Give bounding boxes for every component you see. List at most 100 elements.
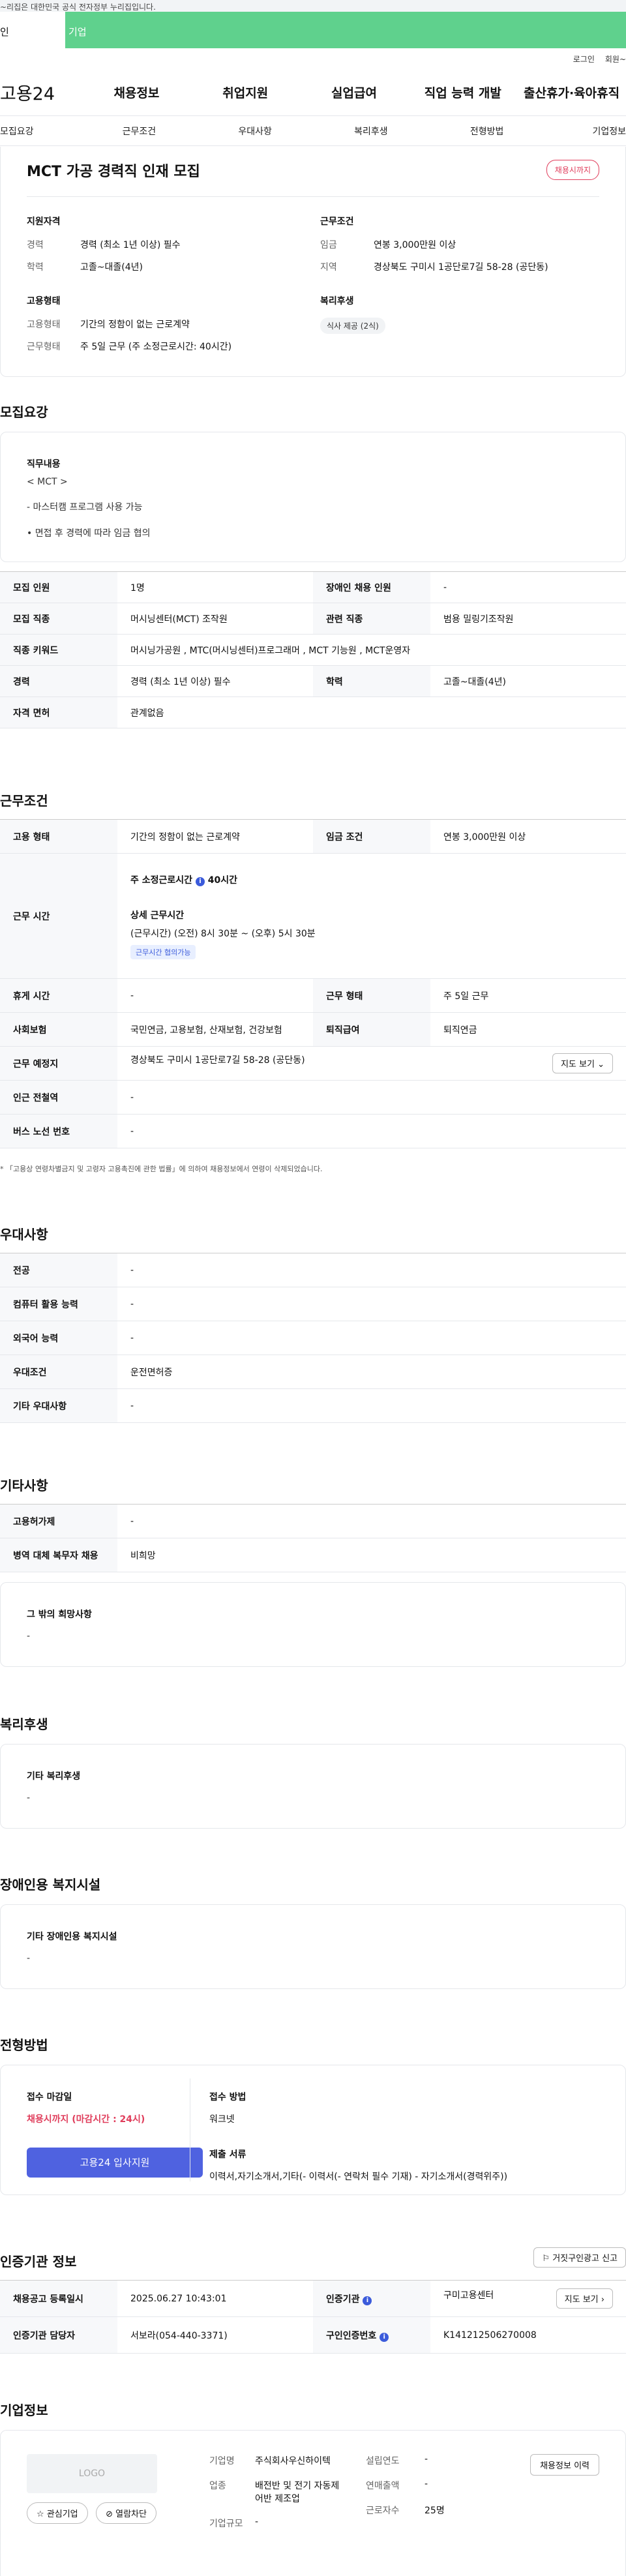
info-icon[interactable]: i — [363, 2296, 372, 2305]
company-actions: ☆ 관심기업 ⊘ 열람차단 — [27, 2502, 162, 2524]
agency-map-button[interactable]: 지도 보기 › — [556, 2288, 613, 2309]
cell-label: 인근 전철역 — [0, 1080, 117, 1115]
docs-value: 이력서,자기소개서,기타(- 이력서(- 연락처 필수 기재) - 자기소개서(… — [209, 2172, 508, 2182]
detail-hours-value: (근무시간) (오전) 8시 30분 ~ (오후) 5시 30분 — [130, 928, 316, 939]
cell-value: 국민연금, 고용보험, 산재보험, 건강보험 — [117, 1012, 313, 1047]
cell-value: - — [117, 1504, 626, 1538]
disability-heading: 기타 장애인용 복지시설 — [27, 1932, 117, 1942]
favorite-company-button[interactable]: ☆ 관심기업 — [27, 2502, 88, 2524]
benefit-box: 기타 복리후생 - — [0, 1744, 626, 1829]
user-type-tabs: 인 기업 — [0, 12, 626, 48]
label: 지역 — [320, 262, 337, 273]
label: 고용형태 — [27, 320, 61, 330]
deadline-value: 채용시까지 (마감시간 : 24시) — [27, 2114, 145, 2125]
job-history-button[interactable]: 채용정보 이력 — [530, 2454, 599, 2476]
table-row: 직종 키워드 머시닝가공원 , MTC(머시닝센터)프로그래머 , MCT 기능원… — [0, 634, 626, 666]
company-sales: - — [425, 2479, 428, 2489]
nav-employment-support[interactable]: 취업지원 — [191, 83, 300, 101]
info-icon[interactable]: i — [195, 876, 205, 886]
cell-value: 기간의 정함이 없는 근로계약 — [117, 819, 313, 854]
label: 학력 — [27, 262, 44, 273]
label: 설립연도 — [366, 2456, 400, 2466]
company-info-left: 기업명 주식회사우신하이텍 업종 배전반 및 전기 자동제어반 제조업 기업규모 - — [209, 2454, 359, 2530]
other-wishes-box: 그 밖의 희망사항 - — [0, 1582, 626, 1667]
weekly-hours-value: 40시간 — [207, 875, 238, 886]
tab-company[interactable]: 기업 — [65, 12, 626, 48]
apply-button[interactable]: 고용24 입사지원 — [27, 2148, 203, 2178]
cell-label: 외국어 능력 — [0, 1321, 117, 1355]
cell-value: 1명 — [117, 571, 313, 603]
employment-group: 고용형태 고용형태 기간의 정함이 없는 근로계약 근무형태 주 5일 근무 (주 … — [27, 294, 288, 362]
cell-label: 모집 직종 — [0, 603, 117, 635]
selection-section-title: 전형방법 — [0, 2037, 48, 2053]
cell-label: 인증기관 i — [313, 2280, 430, 2317]
anchor-work[interactable]: 근무조건 — [81, 125, 197, 138]
block-view-button[interactable]: ⊘ 열람차단 — [96, 2502, 156, 2524]
cell-value: - — [117, 1321, 626, 1355]
cell-value: 머시닝가공원 , MTC(머시닝센터)프로그래머 , MCT 기능원 , MCT… — [117, 634, 626, 666]
cell-value: 비희망 — [117, 1538, 626, 1572]
conditions-heading: 근무조건 — [320, 217, 354, 227]
cell-label: 구인인증번호 i — [313, 2316, 430, 2354]
welfare-heading: 복리후생 — [320, 296, 354, 307]
cell-value: 2025.06.27 10:43:01 — [117, 2280, 313, 2317]
cell-label: 컴퓨터 활용 능력 — [0, 1287, 117, 1321]
divider — [27, 196, 599, 197]
cell-value: 퇴직연금 — [430, 1012, 626, 1047]
anchor-recruit[interactable]: 모집요강 — [0, 125, 81, 138]
agency-map-label: 지도 보기 — [564, 2295, 599, 2305]
cell-label: 근무 예정지 — [0, 1046, 117, 1081]
cell-label: 고용허가제 — [0, 1504, 117, 1538]
login-link[interactable]: 로그인 — [573, 53, 595, 65]
cell-label: 전공 — [0, 1253, 117, 1287]
cert-number-label: 구인인증번호 — [326, 2330, 377, 2341]
disability-section-title: 장애인용 복지시설 — [0, 1877, 101, 1893]
recruit-section-title: 모집요강 — [0, 404, 48, 420]
nav-parental-leave[interactable]: 출산휴가·육아휴직 — [517, 83, 626, 101]
cell-value: - — [117, 1388, 626, 1423]
table-row: 고용허가제 - — [0, 1504, 626, 1538]
table-row: 근무 시간 주 소정근로시간 i 40시간 상세 근무시간 (근무시간) (오전… — [0, 853, 626, 979]
join-link[interactable]: 회원~ — [605, 53, 626, 65]
anchor-pref[interactable]: 우대사항 — [197, 125, 313, 138]
qualification-group: 지원자격 경력 경력 (최소 1년 이상) 필수 학력 고졸~대졸(4년) — [27, 215, 288, 282]
cell-value: - — [117, 1253, 626, 1287]
main-nav: 고용24 채용정보 취업지원 실업급여 직업 능력 개발 출산휴가·육아휴직 — [0, 69, 626, 116]
cell-value: K141212506270008 — [430, 2316, 626, 2354]
table-row: 컴퓨터 활용 능력 - — [0, 1287, 626, 1321]
disability-box: 기타 장애인용 복지시설 - — [0, 1904, 626, 1989]
utility-links: 로그인 회원~ — [0, 48, 626, 69]
label: 기업명 — [209, 2456, 235, 2466]
anchor-selection[interactable]: 전형방법 — [429, 125, 545, 138]
anchor-benefit[interactable]: 복리후생 — [313, 125, 429, 138]
nav-job-training[interactable]: 직업 능력 개발 — [408, 83, 517, 101]
block-icon: ⊘ — [106, 2509, 113, 2519]
anchor-company[interactable]: 기업정보 — [545, 125, 626, 138]
deadline-badge: 채용시까지 — [546, 160, 599, 180]
map-button[interactable]: 지도 보기 ⌄ — [552, 1053, 613, 1073]
cell-value: - — [117, 1080, 626, 1115]
hours-negotiable-tag: 근무시간 협의가능 — [130, 944, 196, 959]
table-row: 외국어 능력 - — [0, 1321, 626, 1355]
job-line: - 마스터캠 프로그램 사용 가능 — [27, 502, 143, 513]
cell-value: - — [430, 571, 626, 603]
nav-jobs[interactable]: 채용정보 — [82, 83, 191, 101]
report-fake-ad-button[interactable]: ⚐ 거짓구인광고 신고 — [533, 2247, 626, 2268]
site-logo[interactable]: 고용24 — [0, 80, 82, 105]
info-icon[interactable]: i — [380, 2332, 389, 2342]
cell-label: 버스 노선 번호 — [0, 1114, 117, 1148]
cell-label: 인증기관 담당자 — [0, 2316, 117, 2354]
cell-label: 임금 조건 — [313, 819, 430, 854]
company-staff: 25명 — [425, 2506, 445, 2516]
welfare-group: 복리후생 식사 제공 (2식) — [320, 294, 581, 334]
tab-individual[interactable]: 인 — [0, 12, 65, 48]
nav-unemployment-benefit[interactable]: 실업급여 — [300, 83, 409, 101]
job-line: < MCT > — [27, 477, 68, 487]
cell-value: - — [117, 1287, 626, 1321]
age-discrimination-note: * 「고용상 연령차별금지 및 고령자 고용촉진에 관한 법률」에 의하여 채용… — [0, 1165, 323, 1173]
table-row: 인증기관 담당자 서보라(054-440-3371) 구인인증번호 i K141212… — [0, 2316, 626, 2354]
cell-label: 장애인 채용 인원 — [313, 571, 430, 603]
star-icon: ☆ — [37, 2509, 44, 2519]
etc-section-title: 기타사항 — [0, 1478, 48, 1493]
section-anchor-nav: 모집요강 근무조건 우대사항 복리후생 전형방법 기업정보 — [0, 116, 626, 146]
